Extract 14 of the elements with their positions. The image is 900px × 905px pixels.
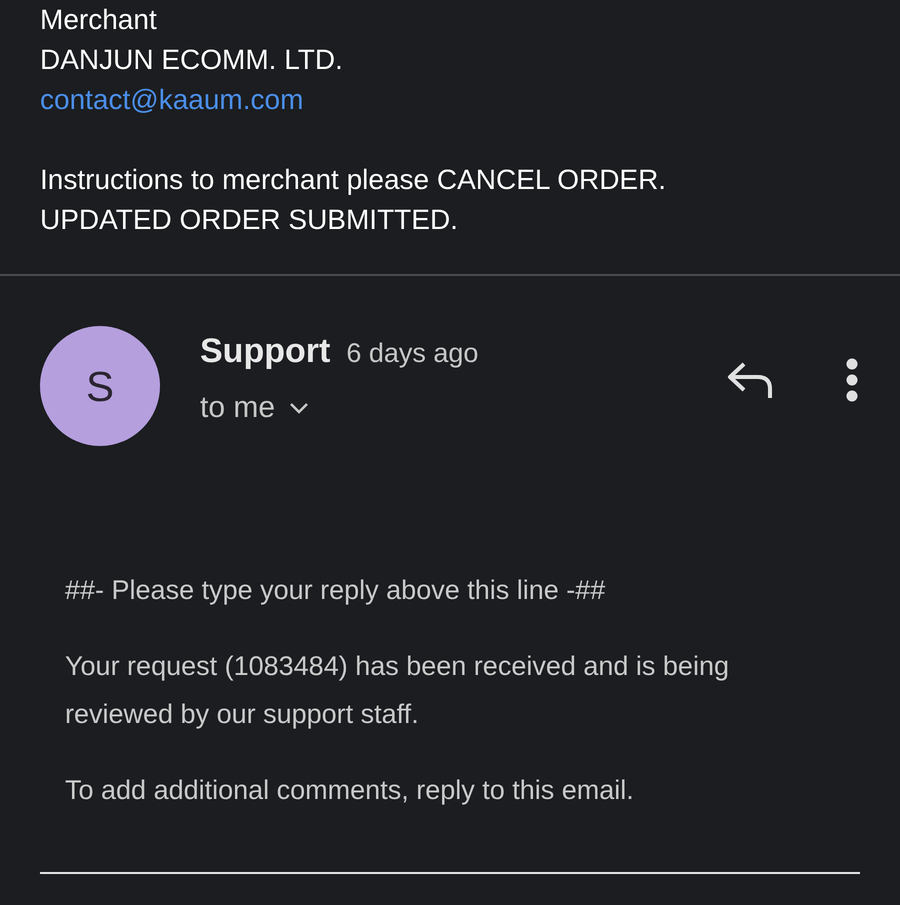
- reply-button[interactable]: [726, 360, 774, 400]
- body-paragraph: ##- Please type your reply above this line -##: [65, 574, 606, 607]
- more-options-button[interactable]: [844, 358, 860, 402]
- email-link[interactable]: contact@kaaum.com: [40, 84, 304, 115]
- chevron-down-icon: [289, 402, 310, 414]
- timestamp: 6 days ago: [346, 337, 478, 370]
- sender-name: Support: [200, 331, 330, 372]
- instructions-text: Instructions to merchant please CANCEL ORDER. UPDATED ORDER SUBMITTED.: [40, 163, 668, 237]
- recipient-dropdown[interactable]: to me: [200, 385, 726, 430]
- merchant-name: DANJUN ECOMM. LTD.: [40, 43, 344, 77]
- body-paragraph: To add additional comments, reply to this email.: [65, 774, 635, 807]
- merchant-label: Merchant: [40, 3, 158, 37]
- body-paragraph: Your request (1083484) has been received and is being reviewed by our support staff.: [65, 650, 730, 731]
- avatar: S: [40, 326, 160, 446]
